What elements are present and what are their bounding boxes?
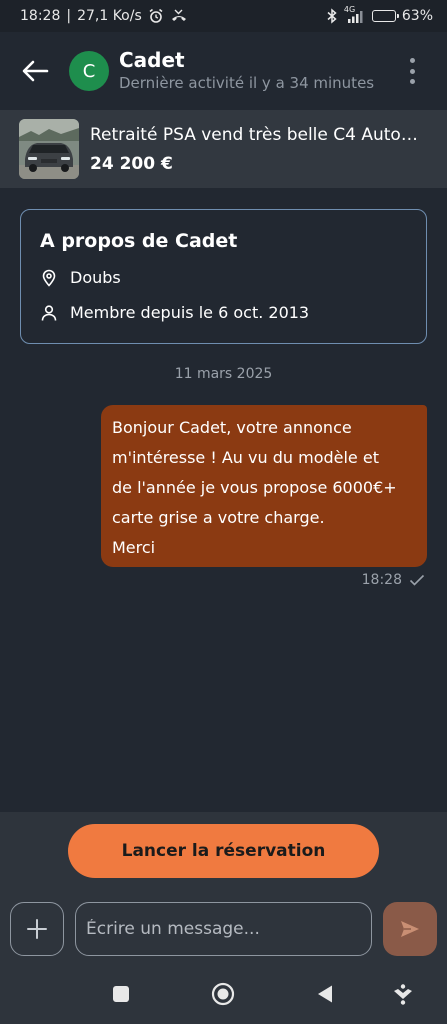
location-text: Doubs xyxy=(70,268,121,287)
message-input[interactable] xyxy=(75,902,372,956)
member-since-text: Membre depuis le 6 oct. 2013 xyxy=(70,303,310,322)
message-time: 18:28 xyxy=(361,572,402,588)
about-location: Doubs xyxy=(40,268,121,287)
message-bubble-sent[interactable]: Bonjour Cadet, votre annonce m'intéresse… xyxy=(101,405,427,567)
triangle-back-icon xyxy=(318,985,332,1003)
back-button[interactable] xyxy=(20,56,50,86)
status-time: 18:28 xyxy=(20,8,61,24)
square-icon xyxy=(113,986,129,1002)
network-type: 4G xyxy=(343,5,356,14)
message-text: Bonjour Cadet, votre annonce m'intéresse… xyxy=(112,418,397,557)
user-icon xyxy=(41,304,57,321)
check-icon xyxy=(409,574,425,586)
status-right: 4G 63% xyxy=(326,5,433,24)
battery-percent: 63% xyxy=(401,8,433,24)
about-card: A propos de Cadet Doubs Membre depuis le… xyxy=(20,209,427,344)
send-icon xyxy=(401,921,419,937)
accessibility-button[interactable] xyxy=(391,982,415,1006)
conversation-header: C Cadet Dernière activité il y a 34 minu… xyxy=(0,32,447,110)
bluetooth-icon xyxy=(326,8,338,24)
home-button[interactable] xyxy=(211,982,235,1006)
listing-title: Retraité PSA vend très belle C4 Auto… xyxy=(90,125,418,145)
about-member-since: Membre depuis le 6 oct. 2013 xyxy=(40,303,309,322)
system-navigation-bar xyxy=(0,972,447,1016)
back-nav-button[interactable] xyxy=(313,982,337,1006)
recents-button[interactable] xyxy=(109,982,133,1006)
avatar[interactable]: C xyxy=(69,51,109,91)
kebab-dot xyxy=(409,79,415,84)
status-separator: | xyxy=(66,8,72,24)
about-title: A propos de Cadet xyxy=(40,230,238,252)
status-bar: 18:28 | 27,1 Ko/s 4G 63% xyxy=(0,0,447,32)
arrow-left-icon xyxy=(22,60,49,82)
battery-icon xyxy=(371,10,399,22)
status-left: 18:28 | 27,1 Ko/s xyxy=(20,8,188,24)
send-button[interactable] xyxy=(383,902,437,956)
listing-thumbnail xyxy=(19,119,79,179)
reserve-button[interactable]: Lancer la réservation xyxy=(68,824,379,878)
listing-preview[interactable]: Retraité PSA vend très belle C4 Auto… 24… xyxy=(0,110,447,188)
listing-price: 24 200 € xyxy=(90,154,173,174)
plus-icon xyxy=(27,919,47,939)
last-activity: Dernière activité il y a 34 minutes xyxy=(119,74,375,92)
accessibility-icon xyxy=(394,984,412,1005)
message-meta: 18:28 xyxy=(362,572,425,588)
signal-icon: 4G xyxy=(344,5,366,23)
date-separator: 11 mars 2025 xyxy=(174,366,273,382)
contact-name[interactable]: Cadet xyxy=(119,48,185,72)
status-speed: 27,1 Ko/s xyxy=(77,8,142,24)
add-attachment-button[interactable] xyxy=(10,902,64,956)
kebab-dot xyxy=(409,58,415,63)
more-options-button[interactable] xyxy=(404,56,420,86)
kebab-dot xyxy=(409,68,415,74)
home-circle-icon xyxy=(211,982,235,1006)
location-pin-icon xyxy=(42,269,56,287)
bottom-panel: Lancer la réservation xyxy=(0,812,447,1024)
missed-call-icon xyxy=(170,8,188,24)
alarm-icon xyxy=(148,8,164,24)
